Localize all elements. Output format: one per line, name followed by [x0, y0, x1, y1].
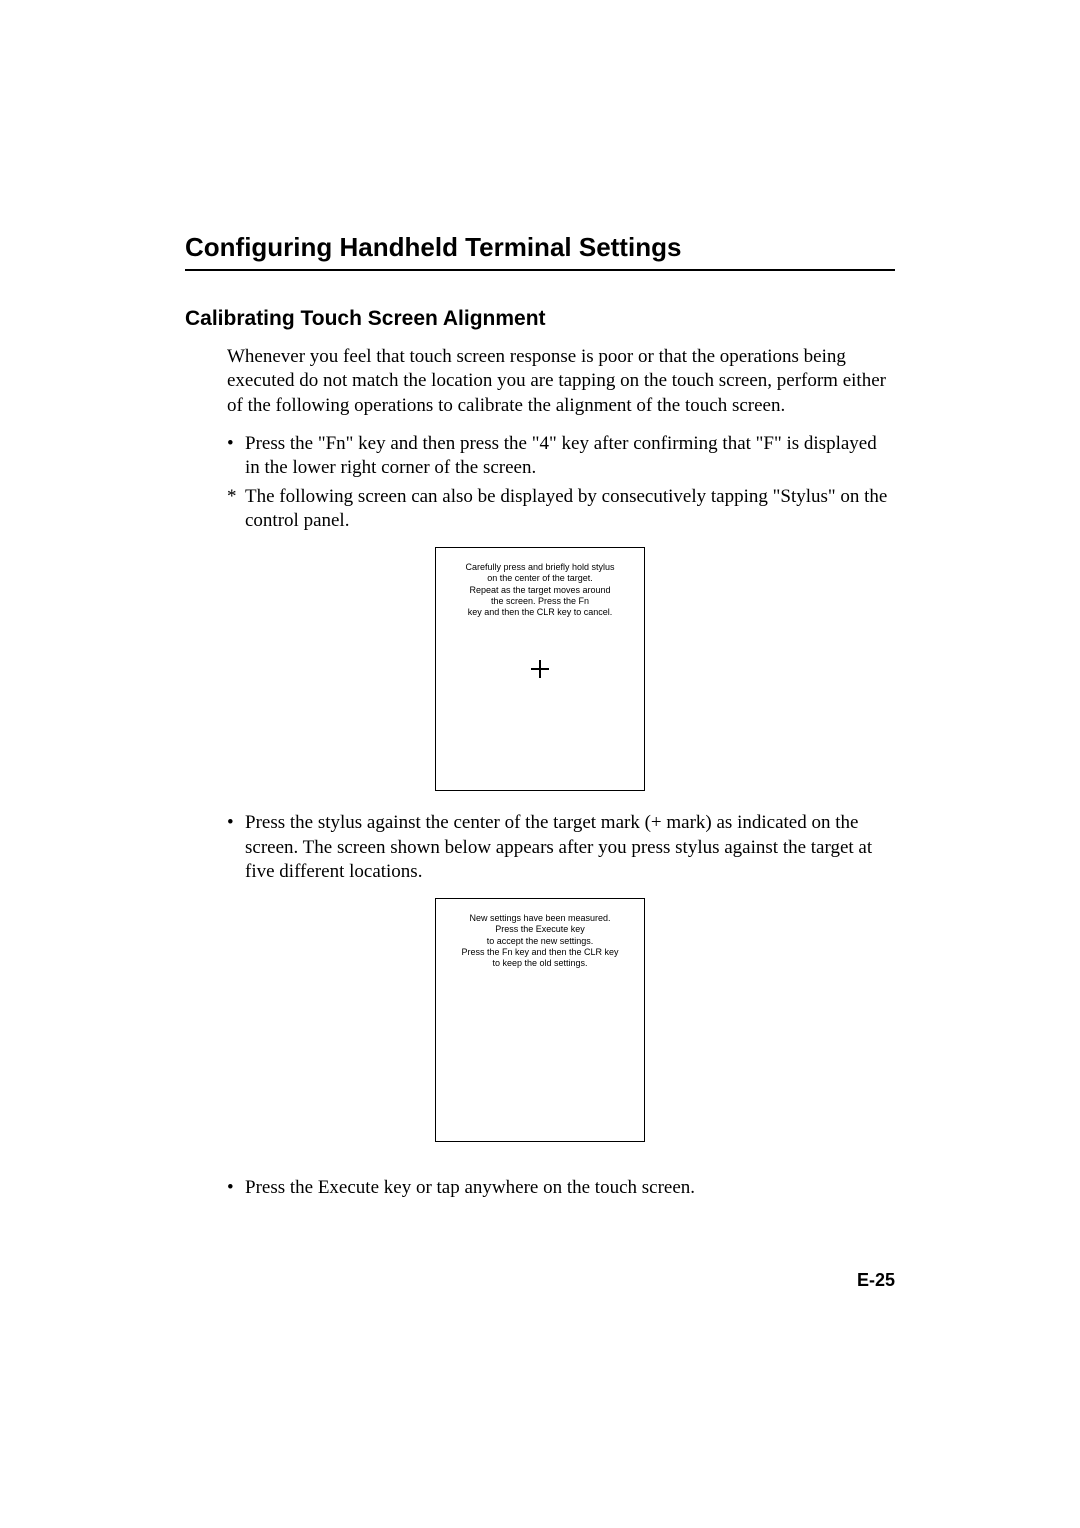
screen-2-line: New settings have been measured. — [444, 913, 636, 924]
page-content: Configuring Handheld Terminal Settings C… — [0, 0, 1080, 1200]
screen-2-line: to keep the old settings. — [444, 958, 636, 969]
calibration-screen-1: Carefully press and briefly hold stylus … — [435, 547, 645, 791]
screen-2-line: Press the Execute key — [444, 924, 636, 935]
screen-1-line: the screen. Press the Fn — [444, 596, 636, 607]
screen-2-line: to accept the new settings. — [444, 936, 636, 947]
screen-2-line: Press the Fn key and then the CLR key — [444, 947, 636, 958]
heading-rule — [185, 269, 895, 271]
screen-1-line: on the center of the target. — [444, 573, 636, 584]
plus-vertical — [539, 660, 541, 678]
bullet-item-2: * The following screen can also be displ… — [227, 485, 895, 534]
sub-heading: Calibrating Touch Screen Alignment — [185, 307, 895, 331]
screen-2-text: New settings have been measured. Press t… — [436, 899, 644, 969]
screen-1-text: Carefully press and briefly hold stylus … — [436, 548, 644, 618]
bullet-group-1: • Press the "Fn" key and then press the … — [227, 432, 895, 533]
screen-1-line: Carefully press and briefly hold stylus — [444, 562, 636, 573]
bullet-item-1: • Press the "Fn" key and then press the … — [227, 432, 895, 481]
screen-1-line: Repeat as the target moves around — [444, 585, 636, 596]
bullet-item-3: • Press the stylus against the center of… — [227, 811, 895, 884]
main-heading: Configuring Handheld Terminal Settings — [185, 232, 895, 263]
bullet-group-2: • Press the stylus against the center of… — [227, 811, 895, 884]
calibration-screen-2: New settings have been measured. Press t… — [435, 898, 645, 1142]
bullet-item-4: • Press the Execute key or tap anywhere … — [227, 1176, 895, 1200]
bullet-dot-icon: • — [227, 811, 245, 835]
screen-1-line: key and then the CLR key to cancel. — [444, 607, 636, 618]
bullet-text: Press the Execute key or tap anywhere on… — [245, 1176, 895, 1200]
bullet-dot-icon: • — [227, 432, 245, 456]
bullet-text: Press the stylus against the center of t… — [245, 811, 895, 884]
bullet-text: The following screen can also be display… — [245, 485, 895, 534]
page-number: E-25 — [857, 1270, 895, 1291]
intro-paragraph: Whenever you feel that touch screen resp… — [227, 345, 895, 418]
bullet-group-3: • Press the Execute key or tap anywhere … — [227, 1176, 895, 1200]
asterisk-icon: * — [227, 485, 245, 509]
bullet-dot-icon: • — [227, 1176, 245, 1200]
bullet-text: Press the "Fn" key and then press the "4… — [245, 432, 895, 481]
